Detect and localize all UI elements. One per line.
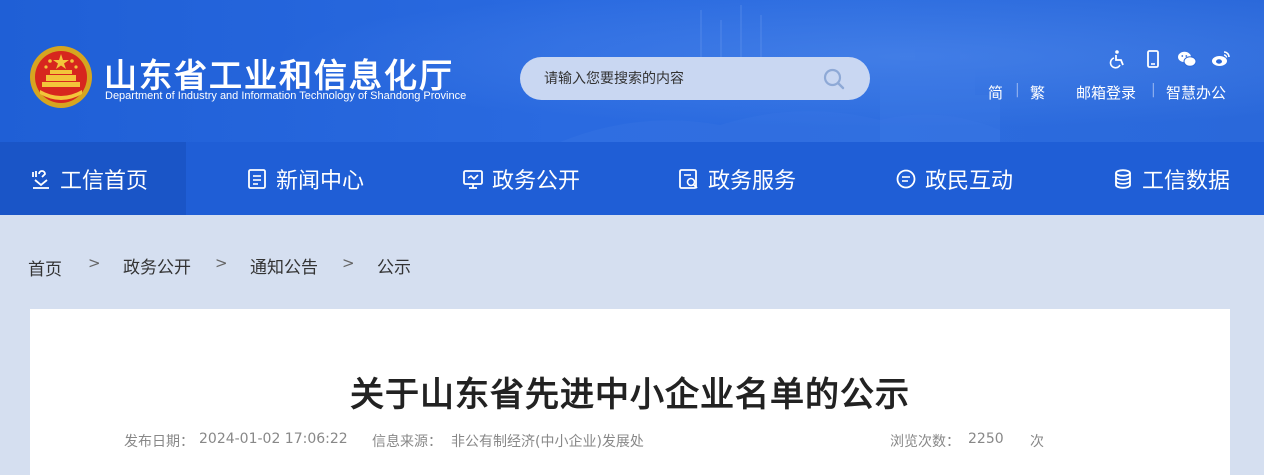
view-count: 2250 xyxy=(968,431,1004,447)
breadcrumb-notices[interactable]: 通知公告 xyxy=(250,253,318,278)
breadcrumb-current[interactable]: 公示 xyxy=(377,253,411,278)
weibo-icon[interactable] xyxy=(1211,49,1231,69)
wechat-icon[interactable] xyxy=(1177,49,1197,69)
breadcrumb-government-affairs[interactable]: 政务公开 xyxy=(123,253,191,278)
publish-date-label: 发布日期： xyxy=(124,434,194,450)
view-count-unit: 次 xyxy=(1030,434,1044,450)
breadcrumb-separator: > xyxy=(88,254,101,272)
nav-item-services[interactable]: 政务服务 xyxy=(678,142,796,215)
nav-item-data[interactable]: 工信数据 xyxy=(1112,142,1230,215)
database-icon xyxy=(1115,168,1131,189)
separator: | xyxy=(1151,82,1156,98)
nav-item-news[interactable]: 新闻中心 xyxy=(246,142,364,215)
nav-item-government-affairs[interactable]: 政务公开 xyxy=(462,142,580,215)
monitor-icon xyxy=(463,169,483,189)
accessibility-icon[interactable] xyxy=(1108,49,1128,69)
breadcrumb: 首页 > 政务公开 > 通知公告 > 公示 xyxy=(0,215,1264,309)
breadcrumb-separator: > xyxy=(215,254,228,272)
site-header: 山东省工业和信息化厅 Department of Industry and In… xyxy=(0,0,1264,142)
nav-item-home[interactable]: 工信首页 xyxy=(0,142,186,215)
site-subtitle: Department of Industry and Information T… xyxy=(105,90,467,102)
nav-item-label: 工信数据 xyxy=(1142,168,1231,194)
view-count-label: 浏览次数： xyxy=(890,434,960,450)
search-box xyxy=(520,57,870,100)
search-icon[interactable] xyxy=(822,67,846,91)
separator: | xyxy=(1015,82,1020,98)
smart-office-link[interactable]: 智慧办公 xyxy=(1166,82,1226,103)
traditional-chinese-link[interactable]: 繁 xyxy=(1030,82,1045,103)
service-icon xyxy=(679,168,698,189)
publish-date: 2024-01-02 17:06:22 xyxy=(199,431,348,447)
nav-item-label: 政务服务 xyxy=(708,168,797,194)
home-icon xyxy=(32,169,49,189)
nav-item-label: 政民互动 xyxy=(925,168,1014,194)
breadcrumb-separator: > xyxy=(342,254,355,272)
source-label: 信息来源： xyxy=(372,434,442,450)
mail-login-link[interactable]: 邮箱登录 xyxy=(1076,82,1136,103)
source-value: 非公有制经济(中小企业)发展处 xyxy=(451,434,644,450)
nav-item-interaction[interactable]: 政民互动 xyxy=(895,142,1013,215)
nav-item-label: 工信首页 xyxy=(60,168,149,194)
nav-item-label: 政务公开 xyxy=(492,168,581,194)
nav-item-label: 新闻中心 xyxy=(276,168,365,194)
mobile-icon[interactable] xyxy=(1143,49,1163,69)
chat-icon xyxy=(896,169,916,188)
simplified-chinese-link[interactable]: 简 xyxy=(988,82,1003,103)
national-emblem-icon xyxy=(30,46,92,108)
news-icon xyxy=(248,168,266,189)
article-title: 关于山东省先进中小企业名单的公示 xyxy=(350,375,910,415)
article-panel: 关于山东省先进中小企业名单的公示 发布日期： 2024-01-02 17:06:… xyxy=(30,309,1230,475)
breadcrumb-home[interactable]: 首页 xyxy=(28,255,62,280)
main-nav: 工信首页 新闻中心 政务公开 政务服务 政民互动 工信数据 xyxy=(0,142,1264,215)
search-input[interactable] xyxy=(544,68,824,90)
